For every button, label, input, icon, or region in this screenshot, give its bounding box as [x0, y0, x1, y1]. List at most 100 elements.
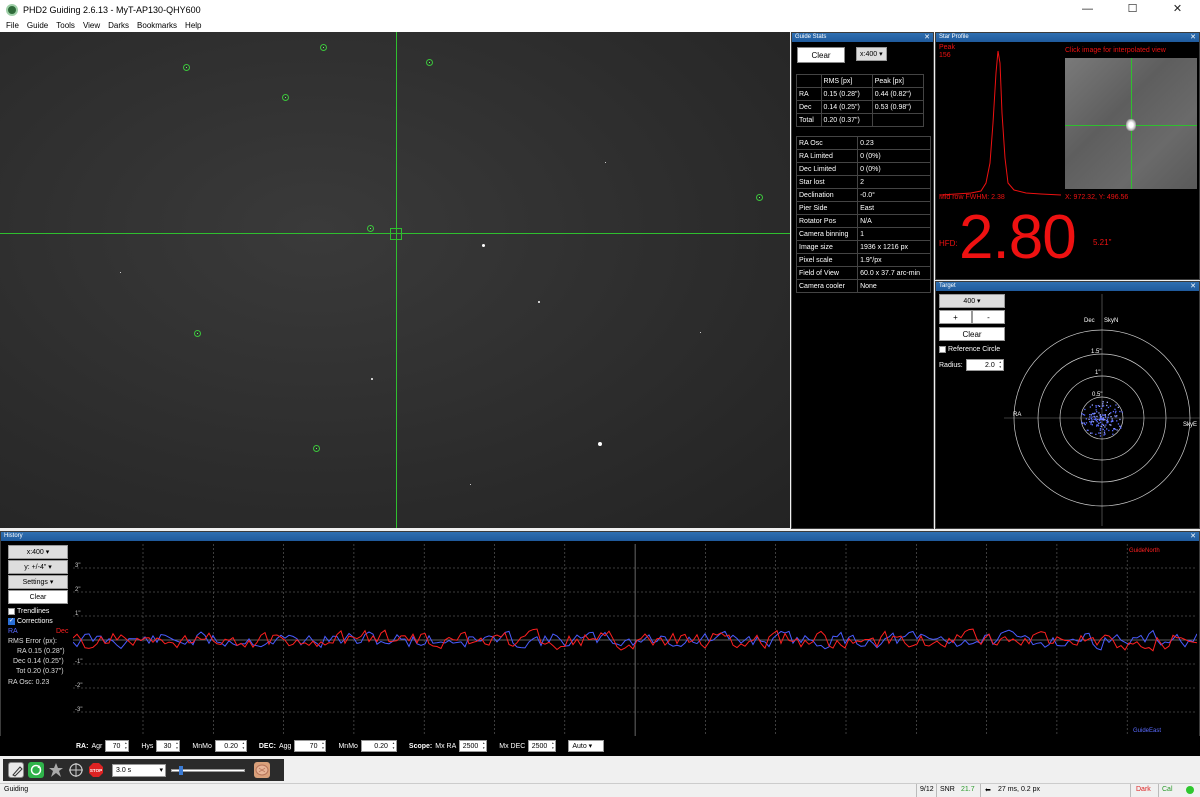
gamma-slider-knob[interactable] — [179, 766, 183, 775]
skyn-axis-label: SkyN — [1104, 318, 1118, 324]
status-bar: Guiding 9/12 SNR 21.7 ⬅ 27 ms, 0.2 px Da… — [0, 783, 1200, 797]
rms-dec: Dec 0.14 (0.25") — [13, 658, 64, 665]
table-row: Pier Side East — [795, 201, 931, 215]
target-point — [1105, 409, 1107, 411]
guide-stats-scale-select[interactable]: x:400 ▾ — [856, 47, 887, 61]
menu-help[interactable]: Help — [181, 21, 205, 30]
gamma-slider[interactable] — [171, 766, 245, 775]
target-point — [1082, 413, 1084, 416]
checkbox-box[interactable] — [8, 608, 15, 615]
ra-params-label: RA: — [76, 742, 89, 750]
guide-crosshair-icon[interactable] — [68, 762, 84, 778]
target-point — [1110, 420, 1113, 422]
ra-osc: RA Osc: 0.23 — [8, 679, 50, 686]
target-point — [1111, 418, 1113, 420]
target-point — [1103, 430, 1106, 432]
history-graph: 3" 2" 1" -1" -2" -3" GuideNorth GuideEast — [73, 544, 1197, 736]
target-point — [1114, 415, 1116, 417]
menu-guide[interactable]: Guide — [23, 21, 52, 30]
ra-aggression-spinner[interactable]: 70 — [105, 740, 130, 752]
close-icon[interactable]: ✕ — [1190, 33, 1196, 42]
minimize-button[interactable]: — — [1065, 0, 1110, 19]
checkbox-box[interactable] — [8, 617, 15, 625]
radius-spinner[interactable]: 2.0 — [965, 359, 1004, 371]
ra-hysteresis-spinner[interactable]: 30 — [156, 740, 181, 752]
star-marker — [183, 64, 190, 71]
stop-icon[interactable]: STOP — [88, 762, 104, 778]
close-icon[interactable]: ✕ — [924, 33, 930, 42]
history-settings-button[interactable]: Settings ▾ — [8, 575, 68, 589]
close-button[interactable]: ✕ — [1155, 0, 1200, 19]
info-label: Pixel scale — [795, 253, 859, 267]
maximize-button[interactable]: ☐ — [1110, 0, 1155, 19]
target-point — [1098, 412, 1100, 414]
max-ra-label: Mx RA — [435, 742, 457, 750]
history-clear-button[interactable]: Clear — [8, 590, 68, 604]
target-point — [1104, 416, 1107, 418]
dec-aggression-spinner[interactable]: 70 — [294, 740, 327, 752]
menu-file[interactable]: File — [2, 21, 23, 30]
info-value: 0 (0%) — [857, 162, 931, 176]
target-point — [1085, 418, 1087, 420]
table-row: RA Limited 0 (0%) — [795, 149, 931, 163]
loop-exposure-icon[interactable] — [28, 762, 44, 778]
info-label: Camera binning — [795, 227, 859, 241]
target-point — [1103, 414, 1105, 416]
max-ra-spinner[interactable]: 2500 — [459, 740, 488, 752]
target-point — [1115, 404, 1117, 406]
table-cell: 0.14 (0.25") — [820, 100, 873, 114]
table-row: Total 0.20 (0.37") — [796, 113, 925, 127]
camera-image[interactable] — [0, 32, 790, 528]
target-point — [1104, 433, 1106, 435]
target-point — [1087, 429, 1089, 431]
zoom-in-button[interactable]: + — [939, 310, 972, 324]
table-row: RA 0.15 (0.28") 0.44 (0.82") — [796, 87, 925, 101]
menu-tools[interactable]: Tools — [52, 21, 79, 30]
history-y-scale-select[interactable]: y: +/-4" ▾ — [8, 560, 68, 574]
frame-count: 9/12 — [920, 786, 934, 793]
target-point — [1104, 414, 1106, 416]
target-point — [1101, 414, 1104, 416]
snr-value: 21.7 — [961, 786, 975, 793]
reference-circle-checkbox[interactable]: Reference Circle — [939, 346, 1000, 353]
table-cell: RA — [796, 87, 822, 101]
target-point — [1098, 432, 1100, 434]
auto-select-star-icon[interactable] — [48, 762, 64, 778]
max-dec-spinner[interactable]: 2500 — [528, 740, 557, 752]
menu-darks[interactable]: Darks — [104, 21, 133, 30]
target-point — [1120, 427, 1122, 429]
use-camera-icon[interactable] — [8, 762, 24, 778]
menu-bookmarks[interactable]: Bookmarks — [133, 21, 181, 30]
target-point — [1109, 413, 1111, 415]
target-point — [1116, 429, 1118, 431]
star-thumbnail[interactable] — [1065, 58, 1197, 189]
zoom-out-button[interactable]: - — [972, 310, 1005, 324]
dec-mode-select[interactable]: Auto ▾ — [568, 740, 605, 752]
info-value: East — [857, 201, 931, 215]
target-point — [1089, 421, 1091, 423]
corrections-checkbox[interactable]: Corrections — [8, 617, 53, 625]
checkbox-box[interactable] — [939, 346, 946, 353]
star — [605, 162, 606, 163]
table-row: Image size 1936 x 1216 px — [795, 240, 931, 254]
target-scale-select[interactable]: 400 ▾ — [939, 294, 1005, 308]
target-point — [1109, 405, 1112, 407]
trendlines-checkbox[interactable]: Trendlines — [8, 608, 49, 615]
target-point — [1119, 410, 1121, 413]
history-x-scale-select[interactable]: x:400 ▾ — [8, 545, 68, 559]
ra-minmo-spinner[interactable]: 0.20 — [214, 740, 247, 752]
ra-legend: RA — [8, 628, 18, 635]
target-clear-button[interactable]: Clear — [939, 327, 1005, 341]
target-point — [1116, 420, 1118, 422]
exposure-duration-select[interactable]: 3.0 s ▾ — [112, 764, 166, 777]
target-point — [1119, 418, 1121, 421]
target-point — [1083, 414, 1086, 416]
star-marker — [367, 225, 374, 232]
dec-minmo-spinner[interactable]: 0.20 — [360, 740, 397, 752]
star-marker — [426, 59, 433, 66]
close-icon[interactable]: ✕ — [1190, 532, 1196, 541]
guide-stats-clear-button[interactable]: Clear — [797, 47, 845, 63]
menu-view[interactable]: View — [79, 21, 104, 30]
target-point — [1095, 405, 1097, 407]
brain-settings-icon[interactable] — [254, 762, 270, 778]
